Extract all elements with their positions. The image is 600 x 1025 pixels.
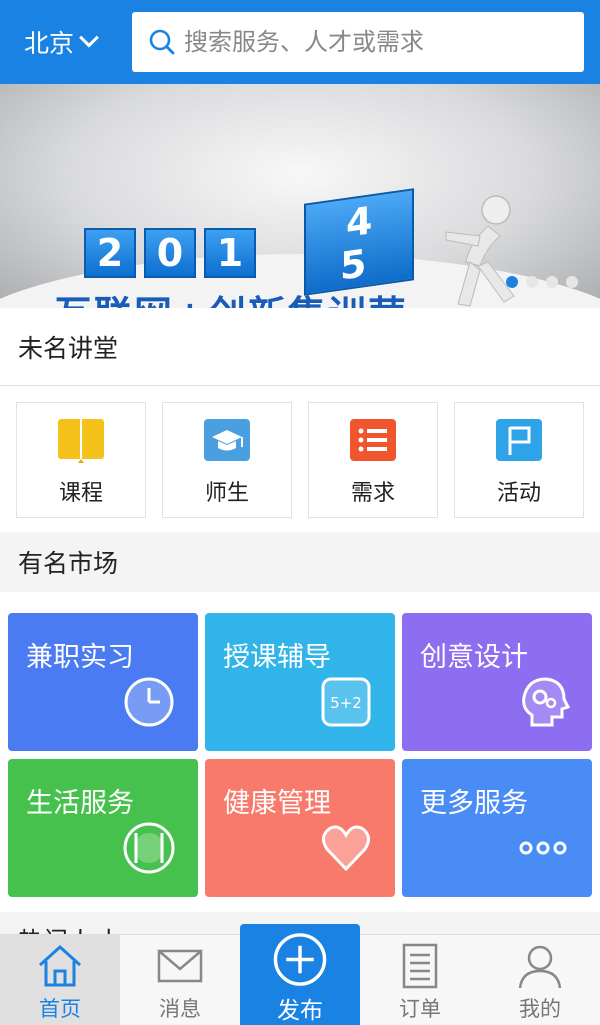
market-tile-life[interactable]: 生活服务: [8, 759, 198, 897]
banner-year-digits: 2 0 1: [84, 228, 264, 278]
banner-slogan: 互联网+创新集训营: [54, 284, 408, 308]
svg-text:5+2: 5+2: [330, 694, 362, 712]
carousel-dot[interactable]: [566, 276, 578, 288]
pushing-figure-icon: [445, 195, 515, 307]
mail-icon: [157, 949, 203, 983]
city-label: 北京: [24, 29, 75, 58]
lecture-item-label: 课程: [58, 481, 103, 506]
carousel-dot[interactable]: [506, 276, 518, 288]
tab-label: 我的: [519, 997, 561, 1021]
tab-publish[interactable]: 发布: [240, 924, 360, 1025]
search-icon: [149, 29, 175, 55]
banner-digit: 2: [84, 228, 136, 278]
city-selector[interactable]: 北京: [24, 24, 124, 60]
tab-home[interactable]: 首页: [0, 935, 120, 1025]
flag-icon: [496, 419, 542, 461]
lecture-item-label: 活动: [496, 481, 541, 506]
lecture-title-text: 未名讲堂: [18, 334, 119, 363]
home-icon: [38, 944, 82, 987]
tab-profile[interactable]: 我的: [480, 935, 600, 1025]
banner-digit: 0: [144, 228, 196, 278]
more-dots-icon: [519, 841, 567, 855]
tab-label: 消息: [159, 997, 201, 1021]
graduation-cap-icon: [204, 419, 250, 461]
promo-banner[interactable]: 2 0 1 4 5 互联网+创新集训营: [0, 84, 600, 308]
tab-orders[interactable]: 订单: [360, 935, 480, 1025]
market-tile-more[interactable]: 更多服务: [402, 759, 592, 897]
head-gears-icon: [522, 677, 570, 727]
math-board-icon: 5+2: [321, 677, 371, 727]
market-tile-tutoring[interactable]: 授课辅导 5+2: [205, 613, 395, 751]
list-icon: [350, 419, 396, 461]
market-title-text: 有名市场: [18, 549, 119, 578]
tab-label: 订单: [399, 997, 441, 1021]
market-tile-label: 授课辅导: [223, 642, 331, 673]
carousel-dot[interactable]: [526, 276, 538, 288]
tab-label: 发布: [277, 998, 323, 1024]
cube-digit-bottom: 5: [340, 240, 367, 289]
search-input[interactable]: [184, 28, 564, 56]
carousel-dot[interactable]: [546, 276, 558, 288]
clock-icon: [124, 677, 174, 727]
market-section-title: 有名市场: [0, 532, 600, 592]
market-tile-label: 健康管理: [223, 788, 331, 819]
market-tile-design[interactable]: 创意设计: [402, 613, 592, 751]
tab-label: 首页: [39, 997, 81, 1021]
lecture-grid: 课程 师生 需求 活动: [0, 386, 600, 532]
lecture-item-teachers[interactable]: 师生: [162, 402, 292, 518]
search-box[interactable]: [132, 12, 584, 72]
market-tile-label: 更多服务: [420, 788, 528, 819]
market-tile-label: 兼职实习: [26, 642, 134, 673]
lecture-item-label: 师生: [204, 481, 249, 506]
market-tile-parttime[interactable]: 兼职实习: [8, 613, 198, 751]
lecture-item-demand[interactable]: 需求: [308, 402, 438, 518]
dining-icon: [123, 822, 175, 874]
lecture-item-activity[interactable]: 活动: [454, 402, 584, 518]
heart-icon: [322, 825, 370, 872]
chevron-down-icon: [79, 27, 99, 48]
market-tile-label: 创意设计: [420, 642, 528, 673]
book-icon: [58, 419, 104, 463]
lecture-item-label: 需求: [350, 481, 395, 506]
plus-circle-icon: [273, 933, 327, 986]
user-icon: [518, 945, 562, 989]
market-grid: 兼职实习 授课辅导 5+2 创意设计 生活服务 健康管理 更多服务: [0, 592, 600, 912]
lecture-section-title: 未名讲堂: [0, 308, 600, 386]
banner-digit: 1: [204, 228, 256, 278]
lecture-item-course[interactable]: 课程: [16, 402, 146, 518]
market-tile-health[interactable]: 健康管理: [205, 759, 395, 897]
tab-messages[interactable]: 消息: [120, 935, 240, 1025]
cube-digit-top: 4: [346, 198, 373, 246]
top-bar: 北京: [0, 0, 600, 84]
banner-cube: 4 5: [304, 188, 414, 296]
carousel-indicators: [498, 276, 578, 288]
market-tile-label: 生活服务: [26, 788, 134, 819]
document-icon: [402, 943, 438, 989]
